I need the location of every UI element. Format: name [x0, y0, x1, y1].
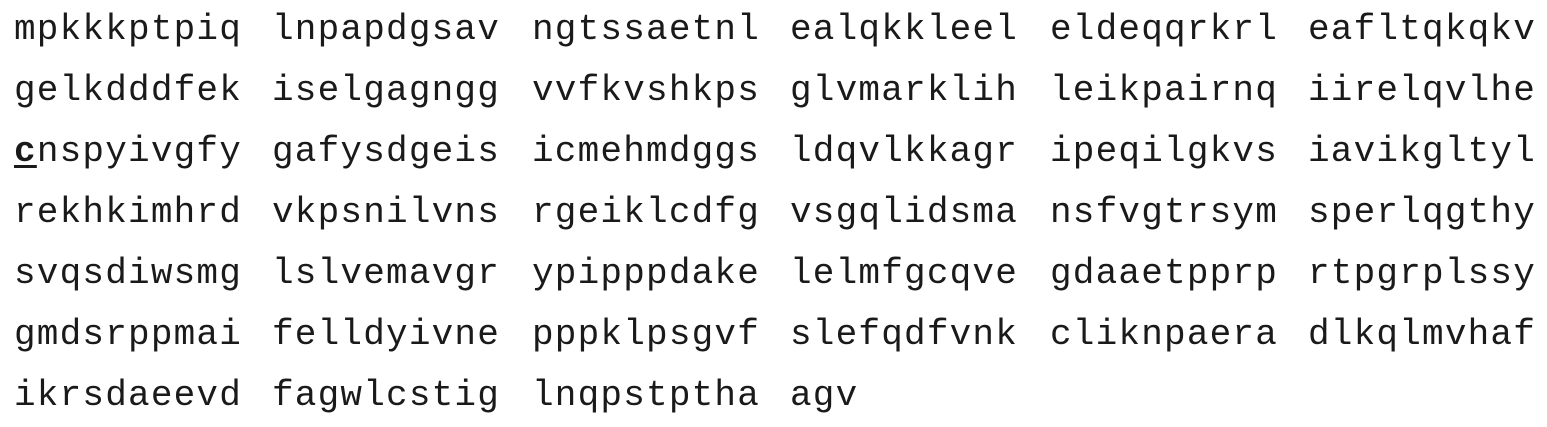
sequence-group: ipeqilgkvs	[1050, 132, 1278, 172]
sequence-row-7: ikrsdaeevd fagwlcstig lnqpstptha agv	[14, 366, 1544, 427]
sequence-group: felldyivne	[272, 315, 500, 355]
sequence-group: iirelqvlhe	[1308, 71, 1536, 111]
sequence-group-marked: cnspyivgfy	[14, 132, 242, 172]
sequence-group: nsfvgtrsym	[1050, 193, 1278, 233]
sequence-group: iavikgltyl	[1308, 132, 1536, 172]
sequence-group: eldeqqrkrl	[1050, 10, 1278, 50]
sequence-group: glvmarklih	[790, 71, 1018, 111]
sequence-group: gmdsrppmai	[14, 315, 242, 355]
sequence-group: lelmfgcqve	[790, 254, 1018, 294]
sequence-row-6: gmdsrppmai felldyivne pppklpsgvf slefqdf…	[14, 305, 1544, 366]
sequence-group: rekhkimhrd	[14, 193, 242, 233]
sequence-group: dlkqlmvhaf	[1308, 315, 1536, 355]
sequence-group: gdaaetpprp	[1050, 254, 1278, 294]
sequence-row-3: cnspyivgfy gafysdgeis icmehmdggs ldqvlkk…	[14, 122, 1544, 183]
protein-sequence: mpkkkptpiq lnpapdgsav ngtssaetnl ealqkkl…	[14, 0, 1544, 427]
sequence-group: ealqkkleel	[790, 10, 1018, 50]
sequence-row-4: rekhkimhrd vkpsnilvns rgeiklcdfg vsgqlid…	[14, 183, 1544, 244]
sequence-group: lnpapdgsav	[272, 10, 500, 50]
sequence-group: ldqvlkkagr	[790, 132, 1018, 172]
sequence-group: rgeiklcdfg	[532, 193, 760, 233]
sequence-group: gelkdddfek	[14, 71, 242, 111]
sequence-row-5: svqsdiwsmg lslvemavgr ypipppdake lelmfgc…	[14, 244, 1544, 305]
sequence-group: mpkkkptpiq	[14, 10, 242, 50]
sequence-group-rest: nspyivgfy	[37, 131, 242, 172]
sequence-group: eafltqkqkv	[1308, 10, 1536, 50]
sequence-group: svqsdiwsmg	[14, 254, 242, 294]
sequence-group: iselgagngg	[272, 71, 500, 111]
sequence-group: sperlqgthy	[1308, 193, 1536, 233]
sequence-group: leikpairnq	[1050, 71, 1278, 111]
sequence-group: ypipppdake	[532, 254, 760, 294]
sequence-group: ikrsdaeevd	[14, 376, 242, 416]
sequence-group: fagwlcstig	[272, 376, 500, 416]
sequence-group: vsgqlidsma	[790, 193, 1018, 233]
sequence-group: vvfkvshkps	[532, 71, 760, 111]
sequence-group: vkpsnilvns	[272, 193, 500, 233]
sequence-group: slefqdfvnk	[790, 315, 1018, 355]
sequence-group: lslvemavgr	[272, 254, 500, 294]
marked-residue: c	[14, 131, 37, 172]
sequence-row-2: gelkdddfek iselgagngg vvfkvshkps glvmark…	[14, 61, 1544, 122]
sequence-group: pppklpsgvf	[532, 315, 760, 355]
sequence-group: agv	[790, 376, 858, 416]
sequence-group: cliknpaera	[1050, 315, 1278, 355]
sequence-group: gafysdgeis	[272, 132, 500, 172]
sequence-group: ngtssaetnl	[532, 10, 760, 50]
sequence-group: lnqpstptha	[532, 376, 760, 416]
sequence-row-1: mpkkkptpiq lnpapdgsav ngtssaetnl ealqkkl…	[14, 0, 1544, 61]
sequence-group: icmehmdggs	[532, 132, 760, 172]
sequence-group: rtpgrplssy	[1308, 254, 1536, 294]
